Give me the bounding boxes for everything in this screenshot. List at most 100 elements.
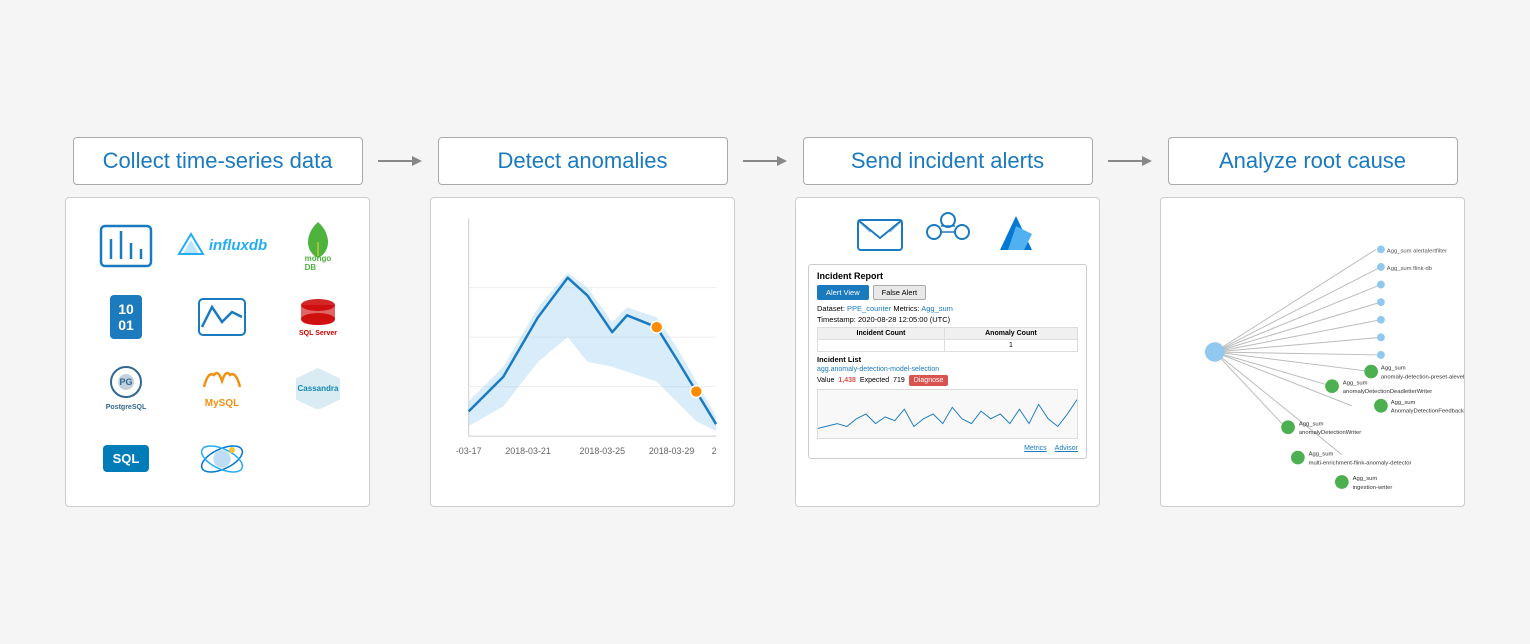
influxdb-logo: influxdb <box>182 218 262 273</box>
sql-logo: SQL <box>86 431 166 486</box>
report-title: Incident Report <box>817 271 1078 281</box>
mysql-logo: MySQL <box>182 360 262 415</box>
diagnose-btn[interactable]: Diagnose <box>909 375 949 386</box>
pipeline: Collect time-series data <box>25 117 1505 527</box>
step-detect-label: Detect anomalies <box>498 148 668 173</box>
alert-view-btn[interactable]: Alert View <box>817 285 869 300</box>
node-enrichment <box>1291 451 1305 465</box>
mongo-text: mongoDB <box>305 254 332 272</box>
svg-text:PG: PG <box>119 377 132 387</box>
svg-text:2018-03-29: 2018-03-29 <box>649 446 695 456</box>
incident-table: Incident Count Anomaly Count 1 <box>817 327 1078 352</box>
false-alert-btn[interactable]: False Alert <box>873 285 926 300</box>
101db-text: 1001 <box>110 295 142 339</box>
step-rootcause: Analyze root cause <box>1160 137 1465 507</box>
step-detect-label-box: Detect anomalies <box>438 137 728 185</box>
arrow-3 <box>1100 149 1160 173</box>
alert-icons-row <box>808 212 1087 254</box>
datasource-grid: influxdb mongoDB 1001 <box>66 198 369 506</box>
arrow-1 <box>370 149 430 173</box>
timestamp-label: Timestamp: <box>817 315 856 324</box>
svg-text:multi-enrichment-flink-anomaly: multi-enrichment-flink-anomaly-detector <box>1309 460 1412 466</box>
timestamp-value: 2020-08-28 12:05:00 (UTC) <box>858 315 950 324</box>
metrics-link[interactable]: Metrics <box>1024 445 1047 452</box>
step-alert-content: Incident Report Alert View False Alert D… <box>795 197 1100 507</box>
expected-label: Expected <box>860 377 889 384</box>
metric-value: Agg_sum <box>921 304 953 313</box>
node-preset <box>1364 365 1378 379</box>
sql-text: SQL <box>103 445 150 472</box>
sqlserver-text: SQL Server <box>299 330 337 337</box>
svg-text:Cassandra: Cassandra <box>298 384 339 393</box>
label-deadletterwriter: Agg_sum <box>1343 380 1368 386</box>
step-alert-label-box: Send incident alerts <box>803 137 1093 185</box>
step-collect-content: influxdb mongoDB 1001 <box>65 197 370 507</box>
svg-text:2018-03-21: 2018-03-21 <box>505 446 551 456</box>
incident-count-header: Incident Count <box>818 328 945 340</box>
anomaly-count-header: Anomaly Count <box>945 328 1078 340</box>
101db-logo: 1001 <box>86 289 166 344</box>
step-alert-label: Send incident alerts <box>851 148 1044 173</box>
center-node <box>1205 342 1225 362</box>
label-preset: Agg_sum <box>1381 366 1406 372</box>
label-ingestion: Agg_sum <box>1353 476 1378 482</box>
svg-text:Agg_sum alertalertfilter: Agg_sum alertalertfilter <box>1387 248 1447 254</box>
svg-text:AnomalyDetectionFeedbackTaken: AnomalyDetectionFeedbackTaken <box>1391 409 1464 415</box>
svg-text:Agg_sum flink-db: Agg_sum flink-db <box>1387 266 1433 272</box>
advisor-link[interactable]: Advisor <box>1055 445 1078 452</box>
incident-count-value <box>818 340 945 352</box>
sqlserver-logo: SQL Server <box>278 289 358 344</box>
value-label: Value <box>817 377 834 384</box>
mysql-text: MySQL <box>202 398 242 409</box>
incident-id: agg.anomaly-detection-model-selection <box>817 366 1078 373</box>
webhook-icon <box>924 212 972 254</box>
node-ingestion <box>1335 475 1349 489</box>
value-value: 1,438 <box>838 377 856 384</box>
anomaly-count-value: 1 <box>945 340 1078 352</box>
step-collect-label-box: Collect time-series data <box>73 137 363 185</box>
label-detectionwriter: Agg_sum <box>1299 421 1324 427</box>
arrow-2 <box>735 149 795 173</box>
step-detect-content: -03-17 2018-03-21 2018-03-25 2018-03-29 … <box>430 197 735 507</box>
step-rootcause-content: Agg_sum anomalyDetectionDeadletterWriter… <box>1160 197 1465 507</box>
postgres-text: PostgreSQL <box>106 404 146 411</box>
label-feedback: Agg_sum <box>1391 400 1416 406</box>
node-feedback <box>1374 399 1388 413</box>
svg-text:anomaly-detection-preset-aleve: anomaly-detection-preset-alevel <box>1381 374 1464 380</box>
node-detectionwriter <box>1281 420 1295 434</box>
wavefront-logo <box>182 289 262 344</box>
step-alert: Send incident alerts <box>795 137 1100 507</box>
step-detect: Detect anomalies <box>430 137 735 507</box>
cosmos-logo <box>182 431 262 486</box>
influxdb-text: influxdb <box>209 237 267 254</box>
postgres-logo: PG PostgreSQL <box>86 360 166 415</box>
svg-text:ingestion-writer: ingestion-writer <box>1353 485 1393 491</box>
report-links: Metrics Advisor <box>1024 445 1078 452</box>
anomaly-chart: -03-17 2018-03-21 2018-03-25 2018-03-29 … <box>431 198 734 506</box>
node-deadletterwriter <box>1325 379 1339 393</box>
cassandra-logo: Cassandra <box>278 360 358 415</box>
report-links-row: Metrics Advisor <box>817 442 1078 452</box>
report-btn-row[interactable]: Alert View False Alert <box>817 285 1078 300</box>
dataset-label: Dataset: <box>817 304 845 313</box>
mongo-logo: mongoDB <box>278 218 358 273</box>
svg-text:-03-17: -03-17 <box>456 446 482 456</box>
incident-report: Incident Report Alert View False Alert D… <box>808 264 1087 459</box>
expected-value: 719 <box>893 377 905 384</box>
report-timestamp-row: Timestamp: 2020-08-28 12:05:00 (UTC) <box>817 315 1078 324</box>
step-rootcause-label: Analyze root cause <box>1219 148 1406 173</box>
email-icon <box>856 212 904 254</box>
metric-label: Metrics: <box>893 304 919 313</box>
dataset-value: PPE_counter <box>847 304 891 313</box>
svg-text:anomalyDetectionWriter: anomalyDetectionWriter <box>1299 430 1361 436</box>
incident-list-label: Incident List <box>817 355 1078 364</box>
svg-text:2018-03-25: 2018-03-25 <box>580 446 626 456</box>
report-dataset-row: Dataset: PPE_counter Metrics: Agg_sum <box>817 304 1078 313</box>
svg-text:2: 2 <box>712 446 717 456</box>
azure-icon <box>992 212 1040 254</box>
grafana-logo <box>86 218 166 273</box>
svg-text:anomalyDetectionDeadletterWrit: anomalyDetectionDeadletterWriter <box>1343 389 1432 395</box>
step-collect: Collect time-series data <box>65 137 370 507</box>
rootcause-graph: Agg_sum anomalyDetectionDeadletterWriter… <box>1161 198 1464 506</box>
step-collect-label: Collect time-series data <box>103 148 333 173</box>
